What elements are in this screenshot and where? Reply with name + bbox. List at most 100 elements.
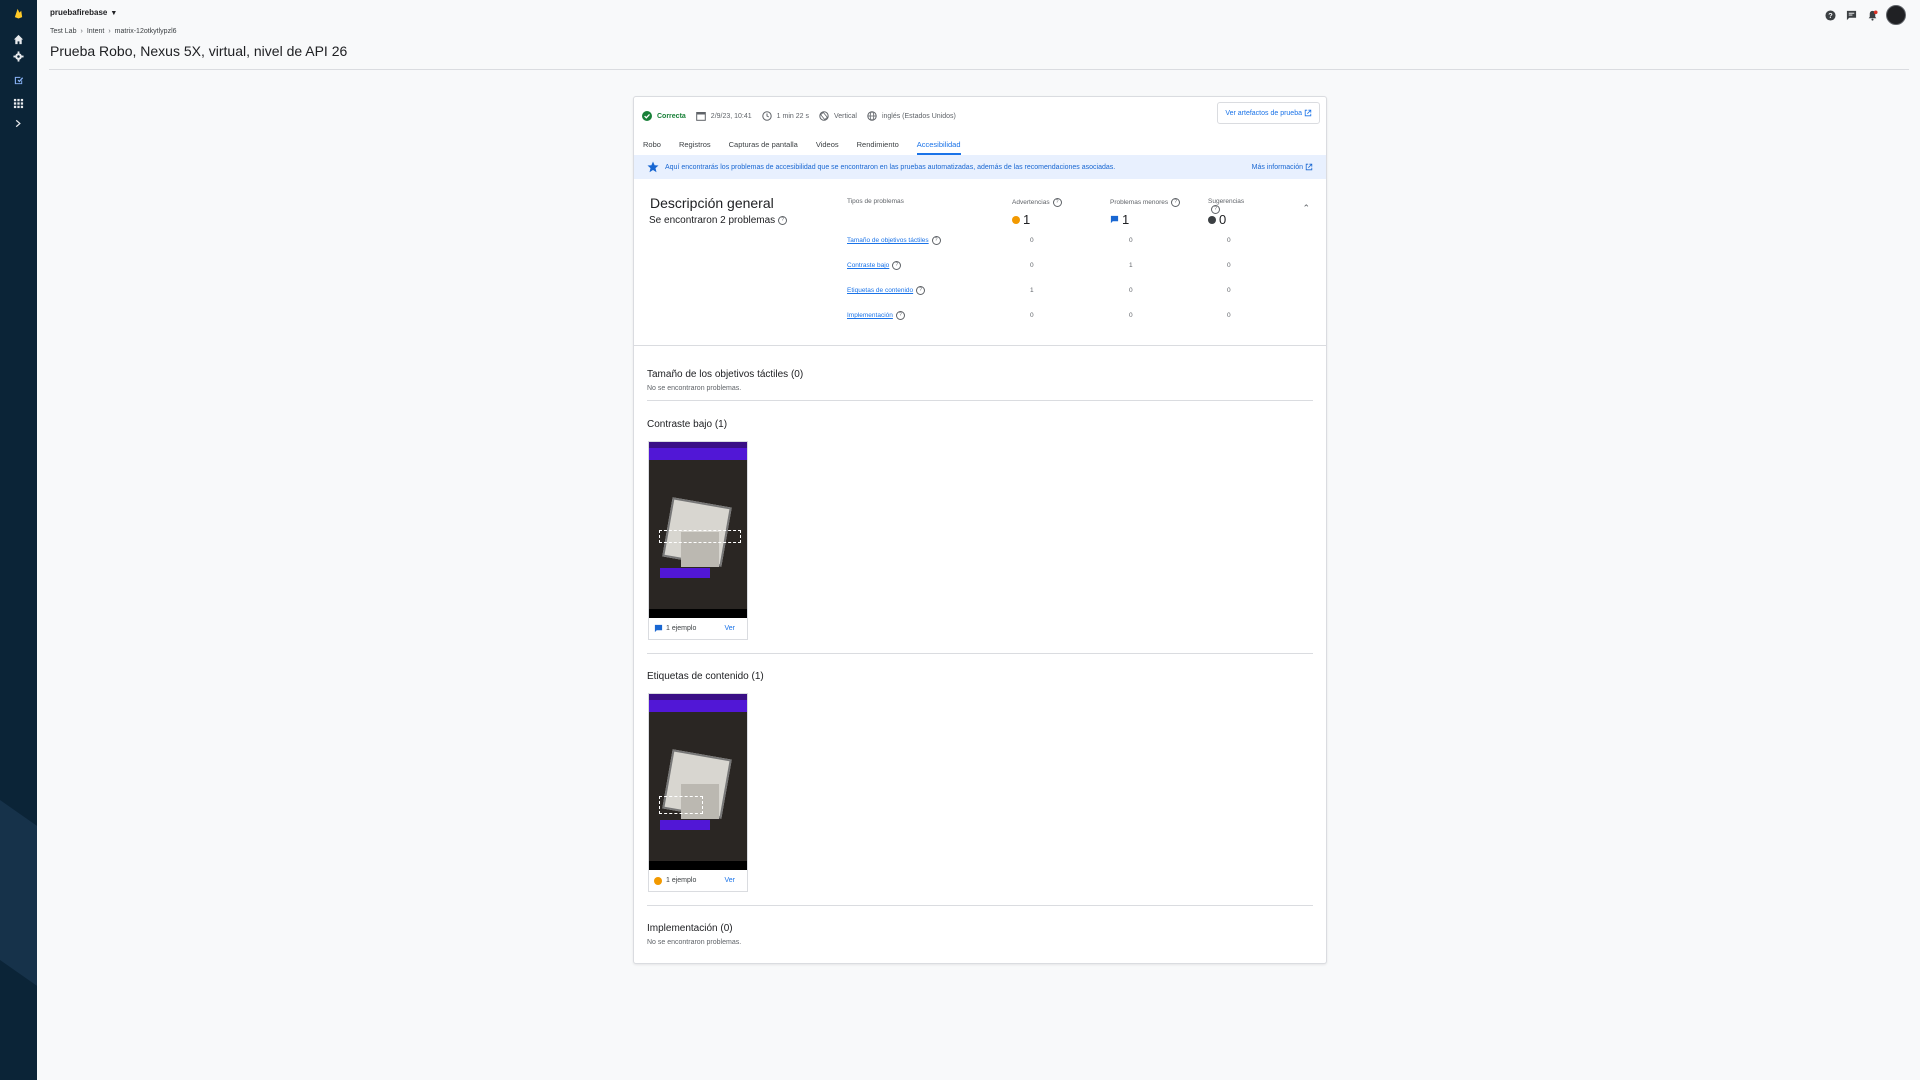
row-implementation: Implementación? [847,311,905,320]
view-artifacts-button[interactable]: Ver artefactos de prueba [1217,102,1320,124]
star-icon [647,161,659,173]
help-icon[interactable]: ? [1823,8,1837,22]
touch-warnings: 0 [1030,237,1034,244]
notifications-icon[interactable] [1865,8,1879,22]
feedback-icon[interactable] [1844,8,1858,22]
section-divider [647,905,1313,906]
tab-registros[interactable]: Registros [679,133,711,155]
contrast-suggestions: 0 [1227,262,1231,269]
expand-chevron-icon[interactable] [0,113,37,133]
contrast-device-screenshot [649,442,747,618]
overview-title: Descripción general [650,195,774,211]
labels-minor: 0 [1129,287,1133,294]
banner-text: Aquí encontrarás los problemas de accesi… [665,163,1116,171]
contrast-warnings: 0 [1030,262,1034,269]
col-header-minor: Problemas menores? [1110,198,1181,207]
apps-grid-icon[interactable] [0,93,37,113]
tab-capturas[interactable]: Capturas de pantalla [729,133,798,155]
content-labels-link[interactable]: Etiquetas de contenido [847,287,913,294]
suggestions-total: 0 [1208,212,1226,227]
test-duration: 1 min 22 s [776,112,809,120]
col-suggestions-label: Sugerencias [1208,198,1245,205]
top-bar: pruebafirebase ▼ Test Lab › Intent › matrix-1… [37,0,1920,72]
warning-icon [654,876,662,885]
contrast-screenshot-card[interactable]: 1 ejemplo Ver [648,441,748,640]
contrast-footer: 1 ejemplo Ver [649,618,747,639]
breadcrumb-intent[interactable]: Intent [87,28,105,35]
open-in-new-icon [1304,109,1312,117]
touch-minor: 0 [1129,237,1133,244]
labels-view-button[interactable]: Ver [724,877,735,884]
breadcrumb: Test Lab › Intent › matrix-12otkytlypzl6 [50,28,177,35]
help-icon[interactable]: ? [1052,198,1062,207]
rail-decoration [0,771,37,989]
open-in-new-icon [1305,163,1313,171]
left-rail [0,0,37,1080]
dropdown-caret-icon: ▼ [110,10,118,17]
row-content-labels: Etiquetas de contenido? [847,286,926,295]
help-icon[interactable]: ? [1171,198,1181,207]
impl-minor: 0 [1129,312,1133,319]
more-info-link[interactable]: Más información [1252,163,1313,171]
view-artifacts-label: Ver artefactos de prueba [1225,109,1302,117]
help-icon[interactable]: ? [778,215,788,225]
touch-targets-no-issues: No se encontraron problemas. [647,385,742,392]
issue-highlight-box [659,530,741,543]
tab-robo[interactable]: Robo [643,133,661,155]
breadcrumb-matrix[interactable]: matrix-12otkytlypzl6 [115,28,177,35]
help-icon[interactable]: ? [892,261,902,270]
col-header-types: Tipos de problemas [847,198,904,205]
touch-targets-link[interactable]: Tamaño de objetivos táctiles [847,237,929,244]
firebase-logo-icon[interactable] [0,3,37,23]
tab-bar: Robo Registros Capturas de pantalla Vide… [634,133,1326,155]
more-info-label: Más información [1251,163,1303,171]
col-warnings-label: Advertencias [1012,199,1050,207]
breadcrumb-chevron-icon: › [108,28,111,35]
minor-issue-flag-icon [1110,215,1119,224]
contrast-section-title: Contraste bajo (1) [647,419,728,430]
help-icon[interactable]: ? [916,286,926,295]
implementation-link[interactable]: Implementación [847,312,893,319]
breadcrumb-test-lab[interactable]: Test Lab [50,28,76,35]
labels-footer: 1 ejemplo Ver [649,870,747,891]
user-avatar[interactable] [1886,5,1906,25]
labels-example-count: 1 ejemplo [666,877,697,884]
tab-videos[interactable]: Videos [816,133,839,155]
help-icon[interactable]: ? [931,236,941,245]
orientation-chip: Vertical [819,111,857,121]
test-lab-icon[interactable] [0,70,37,90]
section-divider [647,400,1313,401]
duration-chip: 1 min 22 s [761,111,809,121]
test-result-card: Correcta 2/9/23, 10:41 1 min 22 s Vertic… [633,96,1327,964]
project-name: pruebafirebase [50,8,108,17]
warning-icon [1012,215,1020,224]
contrast-example-count: 1 ejemplo [666,625,697,632]
touch-suggestions: 0 [1227,237,1231,244]
project-selector[interactable]: pruebafirebase ▼ [50,8,117,17]
tab-accesibilidad[interactable]: Accesibilidad [916,133,961,155]
result-chip: Correcta [642,111,686,121]
info-banner: Aquí encontrarás los problemas de accesi… [634,155,1326,179]
help-icon[interactable]: ? [895,311,905,320]
collapse-chevron-icon[interactable]: ⌃ [1302,203,1310,214]
row-contrast: Contraste bajo? [847,261,902,270]
test-orientation: Vertical [833,112,857,120]
settings-gear-icon[interactable] [0,46,37,66]
top-icons: ? [1823,5,1906,25]
labels-suggestions: 0 [1227,287,1231,294]
minor-issue-flag-icon [654,624,663,633]
header-divider [49,69,1909,70]
content-labels-section-title: Etiquetas de contenido (1) [647,671,764,682]
contrast-view-button[interactable]: Ver [724,625,735,632]
suggestion-icon [1208,215,1216,224]
issue-highlight-box [659,796,703,814]
contrast-link[interactable]: Contraste bajo [847,262,889,269]
labels-warnings: 1 [1030,287,1034,294]
touch-targets-section-title: Tamaño de los objetivos táctiles (0) [647,369,804,380]
check-circle-icon [642,111,652,121]
tab-rendimiento[interactable]: Rendimiento [857,133,899,155]
calendar-icon [695,112,706,121]
labels-screenshot-card[interactable]: 1 ejemplo Ver [648,693,748,892]
overview-subtitle: Se encontraron 2 problemas? [649,215,788,226]
overview-divider [634,345,1326,346]
